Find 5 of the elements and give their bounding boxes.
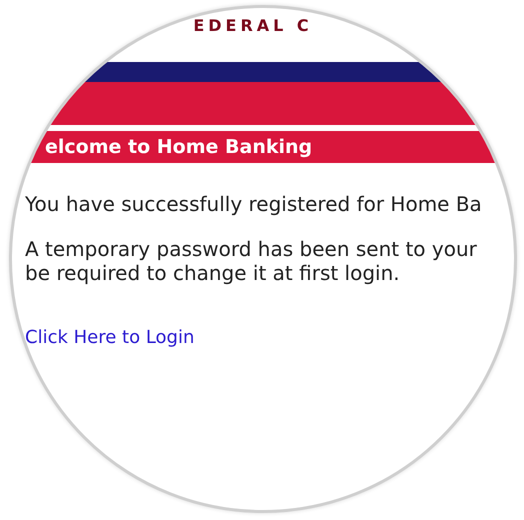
- welcome-title: elcome to Home Banking: [45, 136, 312, 158]
- login-link[interactable]: Click Here to Login: [25, 327, 194, 348]
- logo-text: EDERAL C: [193, 16, 313, 36]
- message-paragraph: A temporary password has been sent to your be required to change it at first login.: [25, 237, 477, 285]
- message-paragraph: You have successfully registered for Home Ba: [25, 192, 482, 216]
